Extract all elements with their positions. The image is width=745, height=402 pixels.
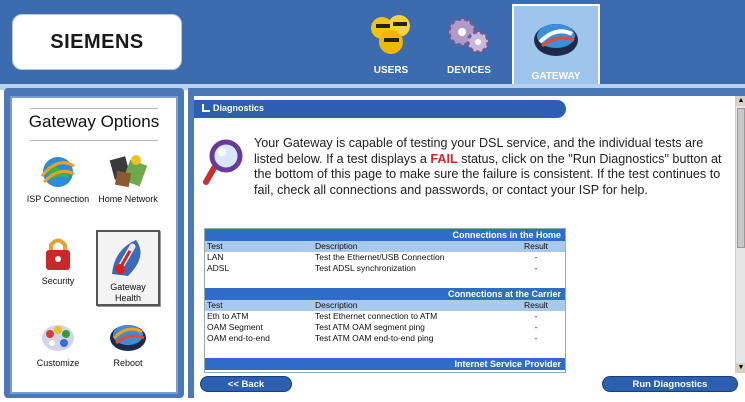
sidebar-item-security[interactable]: Security [26,230,90,306]
section-header: Diagnostics [194,100,566,118]
back-button[interactable]: << Back [200,376,292,392]
gateway-icon [534,24,578,56]
tab-devices[interactable]: DEVICES [430,6,508,82]
tab-gateway[interactable]: GATEWAY [512,4,600,84]
sidebar-rule-bottom [30,140,158,141]
sidebar-item-home-network[interactable]: Home Network [96,148,160,224]
column-header-row: Test Description Result [205,300,565,311]
section-title: Diagnostics [213,103,265,113]
sidebar-item-label: ISP Connection [26,194,90,204]
sidebar-item-customize[interactable]: Customize [26,312,90,388]
cell-test: ADSL [207,263,230,273]
tab-users[interactable]: USERS [352,6,430,82]
tab-gateway-label: GATEWAY [531,71,581,82]
sidebar-item-label: Customize [36,358,80,368]
fail-keyword: FAIL [430,151,458,166]
home-network-icon [109,155,148,188]
scroll-down-arrow-icon[interactable]: ▼ [736,363,745,373]
cell-description: Test Ethernet connection to ATM [315,311,438,321]
reboot-icon [110,325,146,351]
devices-icon [447,17,490,54]
sidebar-item-label: Security [41,276,75,286]
gateway-options-sidebar: Gateway Options ISP Connection Home Netw… [10,96,178,394]
col-description: Description [315,300,358,310]
col-test: Test [207,300,223,310]
cell-test: OAM Segment [207,322,263,332]
cell-result: - [534,322,538,332]
sidebar-item-isp-connection[interactable]: ISP Connection [26,148,90,224]
sidebar-item-label: Home Network [98,194,158,204]
cell-result: - [534,263,538,273]
cell-test: OAM end-to-end [207,333,270,343]
table-row: LAN Test the Ethernet/USB Connection - [205,252,565,263]
tab-devices-label: DEVICES [447,65,491,76]
group-header-home: Connections in the Home [205,229,565,241]
top-nav-bar: SIEMENS USERS DEVICES GATEWAY [0,0,745,84]
cell-result: - [534,252,538,262]
sidebar-item-label: Gateway Health [110,282,146,303]
section-header-icon [202,104,210,112]
table-row: Eth to ATM Test Ethernet connection to A… [205,311,565,322]
cell-description: Test ATM OAM segment ping [315,322,425,332]
magnifier-icon [203,139,243,185]
col-result: Result [523,241,549,251]
diagnostics-panel: Diagnostics Your Gateway is capable of t… [194,96,735,373]
sidebar-rule-top [30,108,158,109]
customize-icon [42,325,74,351]
tab-users-label: USERS [373,65,409,76]
run-diagnostics-button[interactable]: Run Diagnostics [602,376,738,392]
vertical-scrollbar[interactable]: ▲ ▼ [735,96,745,373]
scroll-thumb[interactable] [737,108,745,248]
col-description: Description [315,241,358,251]
security-icon [46,238,70,270]
sidebar-item-reboot[interactable]: Reboot [96,312,160,388]
cell-description: Test ADSL synchronization [315,263,416,273]
gateway-health-icon [112,240,141,276]
table-row: OAM Segment Test ATM OAM segment ping - [205,322,565,333]
bottom-button-bar: << Back Run Diagnostics [194,373,745,398]
sidebar-item-label: Reboot [113,358,143,368]
logo-text: SIEMENS [50,30,144,53]
siemens-logo: SIEMENS [12,14,182,70]
scroll-up-arrow-icon[interactable]: ▲ [736,96,745,106]
diagnostics-intro: Your Gateway is capable of testing your … [254,136,730,198]
col-result: Result [523,300,549,310]
group-header-carrier: Connections at the Carrier [205,288,565,300]
column-header-row: Test Description Result [205,241,565,252]
sidebar-title: Gateway Options [28,112,160,131]
cell-description: Test ATM OAM end-to-end ping [315,333,434,343]
users-icon [371,15,410,54]
sidebar-item-gateway-health[interactable]: Gateway Health [96,230,160,306]
table-row: OAM end-to-end Test ATM OAM end-to-end p… [205,333,565,344]
cell-test: Eth to ATM [207,311,249,321]
cell-test: LAN [207,252,224,262]
isp-connection-icon [40,157,75,187]
table-spacer [205,274,565,288]
diagnostics-table: Connections in the Home Test Description… [204,228,566,373]
table-spacer [205,344,565,358]
cell-description: Test the Ethernet/USB Connection [315,252,445,262]
cell-result: - [534,311,538,321]
col-test: Test [207,241,223,251]
table-row: ADSL Test ADSL synchronization - [205,263,565,274]
group-header-isp: Internet Service Provider [205,358,565,370]
cell-result: - [534,333,538,343]
